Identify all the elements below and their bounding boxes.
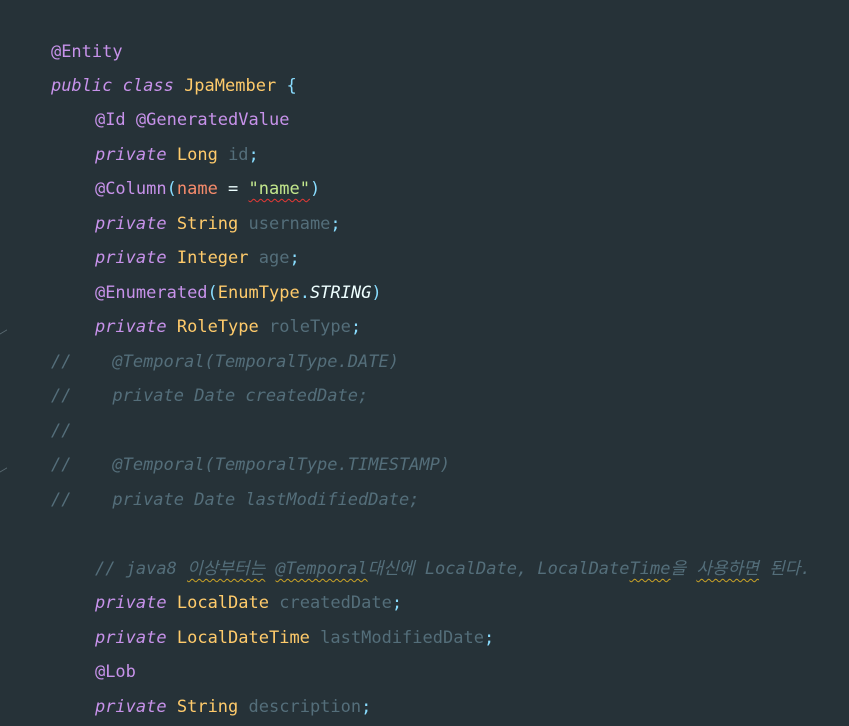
code-line-20[interactable]: private String description; [54,656,371,717]
code-line-2[interactable]: public class JpaMember { [10,35,297,96]
code-line-10[interactable]: // @Temporal(TemporalType.DATE) [10,311,399,372]
comment-korean-word: 사용하면 [696,559,759,579]
code-line-3[interactable]: @Id @GeneratedValue [54,69,290,130]
code-line-19[interactable]: @Lob [54,621,136,682]
code-line-1[interactable]: @Entity [10,1,123,62]
comment-suffix: 된다. [758,559,811,579]
comment-type-suffix: Time [629,559,671,579]
comment-space [686,559,696,579]
fold-marker-icon[interactable] [0,457,7,474]
type-name: LocalDateTime [176,628,310,648]
code-line-4[interactable]: private Long id; [54,104,259,165]
comment-text: // private Date createdDate; [50,386,369,406]
field-name: description [248,697,362,717]
code-line-6[interactable]: private String username; [54,173,341,234]
comment-text: // private Date lastModifiedDate; [50,490,420,510]
code-line-8[interactable]: @Enumerated(EnumType.STRING) [54,242,382,303]
comment-particle: 을 [670,559,687,579]
code-line-14[interactable]: // private Date lastModifiedDate; [10,449,419,510]
code-line-18[interactable]: private LocalDateTime lastModifiedDate; [54,587,494,648]
comment-type-names: LocalDate, LocalDate [414,559,630,579]
private-keyword: private [94,697,167,717]
code-editor[interactable]: @Entity public class JpaMember { @Id @Ge… [0,0,849,726]
code-line-16[interactable]: // java8 이상부터는 @Temporal대신에 LocalDate, L… [54,518,811,579]
field-name: lastModifiedDate [320,628,484,648]
code-line-13[interactable]: // @Temporal(TemporalType.TIMESTAMP) [10,414,450,475]
semicolon: ; [330,214,341,234]
semicolon: ; [361,697,372,717]
code-line-17[interactable]: private LocalDate createdDate; [54,552,402,613]
code-line-5[interactable]: @Column(name = "name") [54,138,320,199]
code-line-12[interactable]: // [10,380,71,441]
fold-marker-icon[interactable] [0,319,7,336]
code-line-9[interactable]: private RoleType roleType; [54,276,361,337]
code-line-11[interactable]: // private Date createdDate; [10,345,368,406]
type-name: String [176,697,239,717]
code-line-21[interactable]: } [10,690,61,724]
close-paren: ) [371,283,382,303]
semicolon: ; [483,628,495,648]
code-line-7[interactable]: private Integer age; [54,207,300,268]
